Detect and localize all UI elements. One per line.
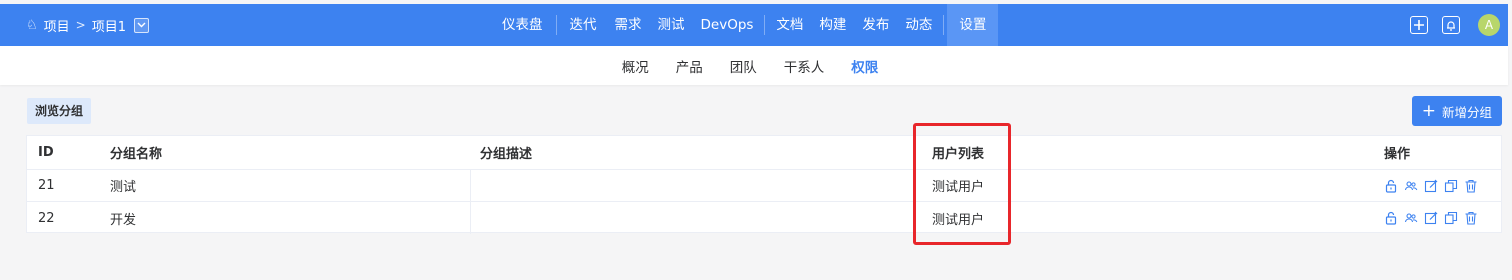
nav-iteration[interactable]: 迭代 [560,4,607,46]
breadcrumb-separator: > [75,18,86,32]
cell-desc [470,170,930,201]
col-header-ops: 操作 [1384,147,1411,162]
top-nav-bar: ♘ 项目 > 项目1 仪表盘 迭代 需求 测试 DevOps 文档 构建 发布 … [0,4,1508,46]
row-actions [1384,202,1494,234]
nav-divider [555,15,557,35]
breadcrumb-project[interactable]: 项目 [44,16,70,35]
main-nav: 仪表盘 迭代 需求 测试 DevOps 文档 构建 发布 动态 设置 [492,4,999,46]
cell-id: 21 [38,178,55,193]
add-group-label: 新增分组 [1441,104,1492,120]
users-icon[interactable] [1404,179,1418,193]
users-icon[interactable] [1404,211,1418,225]
nav-divider [943,15,945,35]
settings-subnav: 概况 产品 团队 干系人 权限 [0,46,1508,85]
avatar[interactable]: A [1478,14,1500,36]
nav-testing[interactable]: 测试 [650,4,693,46]
breadcrumb: ♘ 项目 > 项目1 [26,4,150,46]
cell-name: 开发 [110,212,137,228]
col-header-id: ID [38,145,54,160]
lock-icon[interactable] [1384,211,1398,225]
subnav-product[interactable]: 产品 [676,56,703,76]
nav-build[interactable]: 构建 [811,4,854,46]
nav-release[interactable]: 发布 [854,4,897,46]
plus-icon: + [1421,100,1436,121]
copy-icon[interactable] [1444,211,1458,225]
groups-table: ID 分组名称 分组描述 用户列表 操作 21 测试 测试用户 22 开发 测试… [26,135,1502,234]
nav-settings[interactable]: 设置 [947,4,999,46]
row-actions [1384,170,1494,201]
subnav-overview[interactable]: 概况 [622,56,649,76]
copy-icon[interactable] [1444,179,1458,193]
nav-requirements[interactable]: 需求 [607,4,650,46]
subnav-stakeholders[interactable]: 干系人 [784,56,825,76]
header-actions: A [1410,4,1500,46]
project-dropdown-icon[interactable] [134,17,150,33]
breadcrumb-project-name[interactable]: 项目1 [92,16,126,35]
table-row: 22 开发 测试用户 [27,202,1501,234]
bell-icon[interactable] [1442,16,1460,34]
add-icon[interactable] [1410,16,1428,34]
cell-id: 22 [38,210,55,226]
trash-icon[interactable] [1464,179,1478,193]
nav-divider [764,15,766,35]
user-list-highlight-box [913,123,1011,245]
nav-docs[interactable]: 文档 [768,4,811,46]
table-header: ID 分组名称 分组描述 用户列表 操作 [27,136,1501,170]
lock-icon[interactable] [1384,179,1398,193]
col-header-desc: 分组描述 [480,147,533,162]
project-logo-icon: ♘ [26,17,38,33]
subnav-permissions[interactable]: 权限 [851,56,878,76]
cell-desc [470,202,930,234]
trash-icon[interactable] [1464,211,1478,225]
browse-groups-tab[interactable]: 浏览分组 [27,98,92,124]
subnav-team[interactable]: 团队 [730,56,757,76]
table-row: 21 测试 测试用户 [27,170,1501,202]
cell-name: 测试 [110,180,137,195]
edit-icon[interactable] [1424,179,1438,193]
add-group-button[interactable]: + 新增分组 [1411,96,1502,126]
edit-icon[interactable] [1424,211,1438,225]
col-header-name: 分组名称 [110,147,163,162]
nav-dashboard[interactable]: 仪表盘 [492,4,553,46]
nav-activity[interactable]: 动态 [897,4,940,46]
nav-devops[interactable]: DevOps [693,4,762,46]
